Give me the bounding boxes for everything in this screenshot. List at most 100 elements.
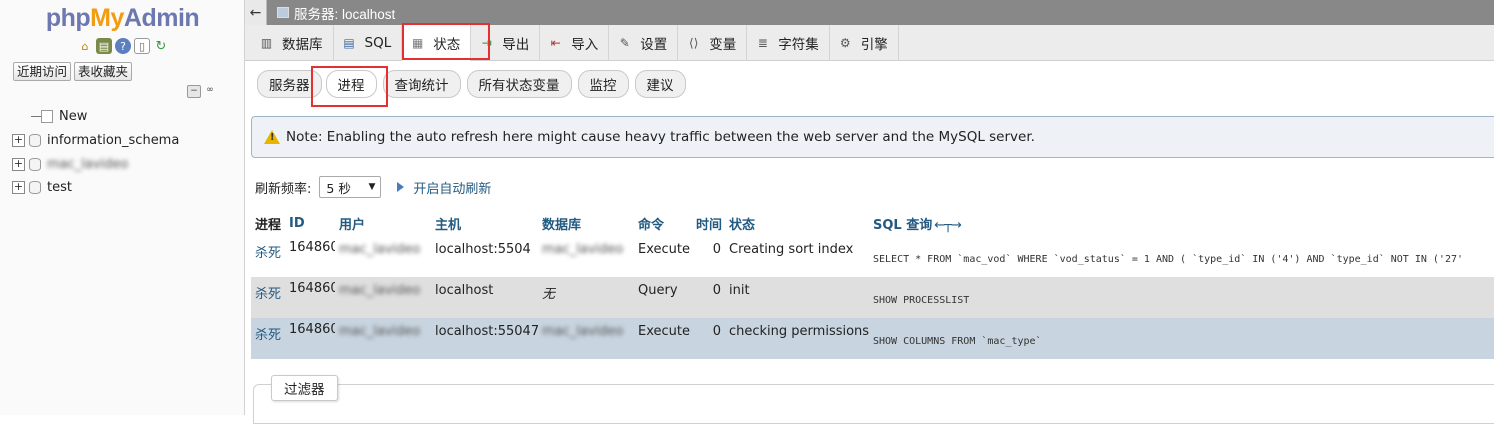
link-icon[interactable]: ∞	[203, 85, 217, 98]
cell-host: localhost:55047	[431, 318, 538, 359]
table-row: 杀死 1648605 mac_lavideo localhost:55047 m…	[251, 318, 1494, 359]
cell-id: 1648605	[285, 318, 335, 359]
cell-user: mac_lavideo	[335, 277, 431, 318]
refresh-controls: 刷新频率: 5 秒 ▼ 开启自动刷新	[255, 176, 491, 198]
nav-collapse-controls: − ∞	[187, 85, 217, 98]
kill-link[interactable]: 杀死	[251, 277, 285, 318]
cell-user: mac_lavideo	[335, 236, 431, 277]
tree-item-new[interactable]: New	[12, 106, 87, 126]
cell-sql: SELECT * FROM `mac_vod` WHERE `vod_statu…	[869, 236, 1494, 277]
kill-link[interactable]: 杀死	[251, 318, 285, 359]
tab-import[interactable]: ⇤ 导入	[540, 25, 610, 61]
column-header-sql-query[interactable]: SQL 查询 ←┬→	[869, 211, 1494, 236]
reload-icon[interactable]: ↻	[153, 38, 169, 54]
recent-button[interactable]: 近期访问	[13, 62, 72, 81]
kill-link[interactable]: 杀死	[251, 236, 285, 277]
nav-icon-bar: ⌂ ▤ ? ▯ ↻	[77, 38, 169, 56]
database-icon[interactable]: ▤	[96, 38, 112, 54]
tab-databases[interactable]: ▥ 数据库	[251, 25, 334, 61]
sql-icon: ▤	[343, 36, 355, 50]
tab-sql[interactable]: ▤ SQL	[334, 25, 403, 61]
phpmyadmin-logo[interactable]: phpMyAdmin	[0, 4, 245, 33]
column-header-database[interactable]: 数据库	[538, 211, 634, 236]
column-header-time[interactable]: 时间	[692, 211, 725, 236]
cell-id: 1648604	[285, 277, 335, 318]
expand-arrows-icon[interactable]: ←┬→	[934, 218, 962, 233]
tab-settings[interactable]: ✎ 设置	[609, 25, 679, 61]
database-icon	[29, 180, 41, 194]
column-header-host[interactable]: 主机	[431, 211, 538, 236]
database-icon: ▥	[260, 36, 273, 50]
cell-time: 0	[692, 277, 725, 318]
charset-icon: ≣	[757, 36, 768, 50]
engine-icon: ⚙	[839, 36, 851, 50]
database-icon	[29, 133, 41, 147]
cell-host: localhost	[431, 277, 538, 318]
cell-time: 0	[692, 318, 725, 359]
variables-icon: ⟨⟩	[689, 36, 699, 50]
cell-sql: SHOW COLUMNS FROM `mac_type`	[869, 318, 1494, 359]
home-icon[interactable]: ⌂	[77, 38, 93, 54]
filter-fieldset	[253, 384, 1494, 424]
auto-refresh-notice: Note: Enabling the auto refresh here mig…	[251, 116, 1494, 158]
tree-item-database[interactable]: + mac_lavideo	[12, 154, 128, 174]
table-row: 杀死 1648604 mac_lavideo localhost 无 Query…	[251, 277, 1494, 318]
nav-buttons: 近期访问 表收藏夹	[13, 62, 133, 81]
cell-host: localhost:5504	[431, 236, 538, 277]
expand-icon[interactable]: +	[12, 157, 25, 171]
cell-user: mac_lavideo	[335, 318, 431, 359]
cell-command: Execute	[634, 236, 692, 277]
table-header-row: 进程 ID 用户 主机 数据库 命令 时间 状态 SQL 查询 ←┬→	[251, 211, 1494, 236]
column-header-state[interactable]: 状态	[725, 211, 869, 236]
cell-id: 1648602	[285, 236, 335, 277]
export-icon: ⇥	[481, 36, 492, 50]
warning-icon	[264, 130, 280, 144]
help-icon[interactable]: ?	[115, 38, 131, 54]
main-tab-bar: ▥ 数据库 ▤ SQL ▦ 状态 ⇥ 导出 ⇤ 导入 ✎ 设置 ⟨⟩ 变量 ≣ 字符集 ⚙ 引擎	[245, 25, 1494, 61]
status-icon: ▦	[412, 36, 424, 50]
cell-command: Execute	[634, 318, 692, 359]
subtab-monitor[interactable]: 监控	[577, 70, 629, 98]
chevron-down-icon: ▼	[368, 182, 376, 192]
back-button[interactable]: ←	[245, 0, 267, 25]
column-header-id[interactable]: ID	[285, 211, 335, 236]
server-breadcrumb[interactable]: 服务器: localhost	[277, 3, 395, 23]
cell-sql: SHOW PROCESSLIST	[869, 277, 1494, 318]
cell-database: mac_lavideo	[538, 318, 634, 359]
wrench-icon: ✎	[619, 36, 630, 50]
cell-state: Creating sort index	[725, 236, 869, 277]
expand-icon[interactable]: +	[12, 133, 25, 147]
process-list-table: 进程 ID 用户 主机 数据库 命令 时间 状态 SQL 查询 ←┬→ 杀死 16…	[251, 211, 1494, 359]
subtab-advisor[interactable]: 建议	[634, 70, 686, 98]
table-row: 杀死 1648602 mac_lavideo localhost:5504 ma…	[251, 236, 1494, 277]
navigation-panel: phpMyAdmin ⌂ ▤ ? ▯ ↻ 近期访问 表收藏夹 − ∞ New +…	[0, 0, 245, 415]
cell-database: mac_lavideo	[538, 236, 634, 277]
refresh-rate-label: 刷新频率:	[255, 181, 312, 197]
column-header-command[interactable]: 命令	[634, 211, 692, 236]
database-icon	[29, 157, 41, 171]
tree-item-database[interactable]: + information_schema	[12, 130, 179, 150]
tab-variables[interactable]: ⟨⟩ 变量	[678, 25, 748, 61]
cell-command: Query	[634, 277, 692, 318]
collapse-all-icon[interactable]: −	[187, 85, 201, 98]
subtab-query-stats[interactable]: 查询统计	[382, 70, 461, 98]
tree-item-database[interactable]: + test	[12, 177, 72, 197]
import-icon: ⇤	[550, 36, 561, 50]
column-header-user[interactable]: 用户	[335, 211, 431, 236]
tab-charset[interactable]: ≣ 字符集	[747, 25, 830, 61]
expand-icon[interactable]: +	[12, 180, 25, 194]
server-icon	[277, 7, 289, 18]
tab-engines[interactable]: ⚙ 引擎	[830, 25, 899, 61]
subtab-all-status-variables[interactable]: 所有状态变量	[466, 70, 572, 98]
tab-status[interactable]: ▦ 状态	[402, 25, 472, 61]
favorites-button[interactable]: 表收藏夹	[74, 62, 133, 81]
subtab-server[interactable]: 服务器	[257, 70, 322, 98]
docs-icon[interactable]: ▯	[134, 38, 150, 54]
subtab-processes[interactable]: 进程	[325, 70, 377, 98]
cell-database: 无	[538, 277, 634, 318]
tab-export[interactable]: ⇥ 导出	[471, 25, 541, 61]
filter-legend[interactable]: 过滤器	[271, 375, 338, 401]
refresh-rate-select[interactable]: 5 秒 ▼	[319, 176, 382, 198]
column-header-process: 进程	[251, 211, 285, 236]
auto-refresh-link[interactable]: 开启自动刷新	[397, 178, 491, 197]
